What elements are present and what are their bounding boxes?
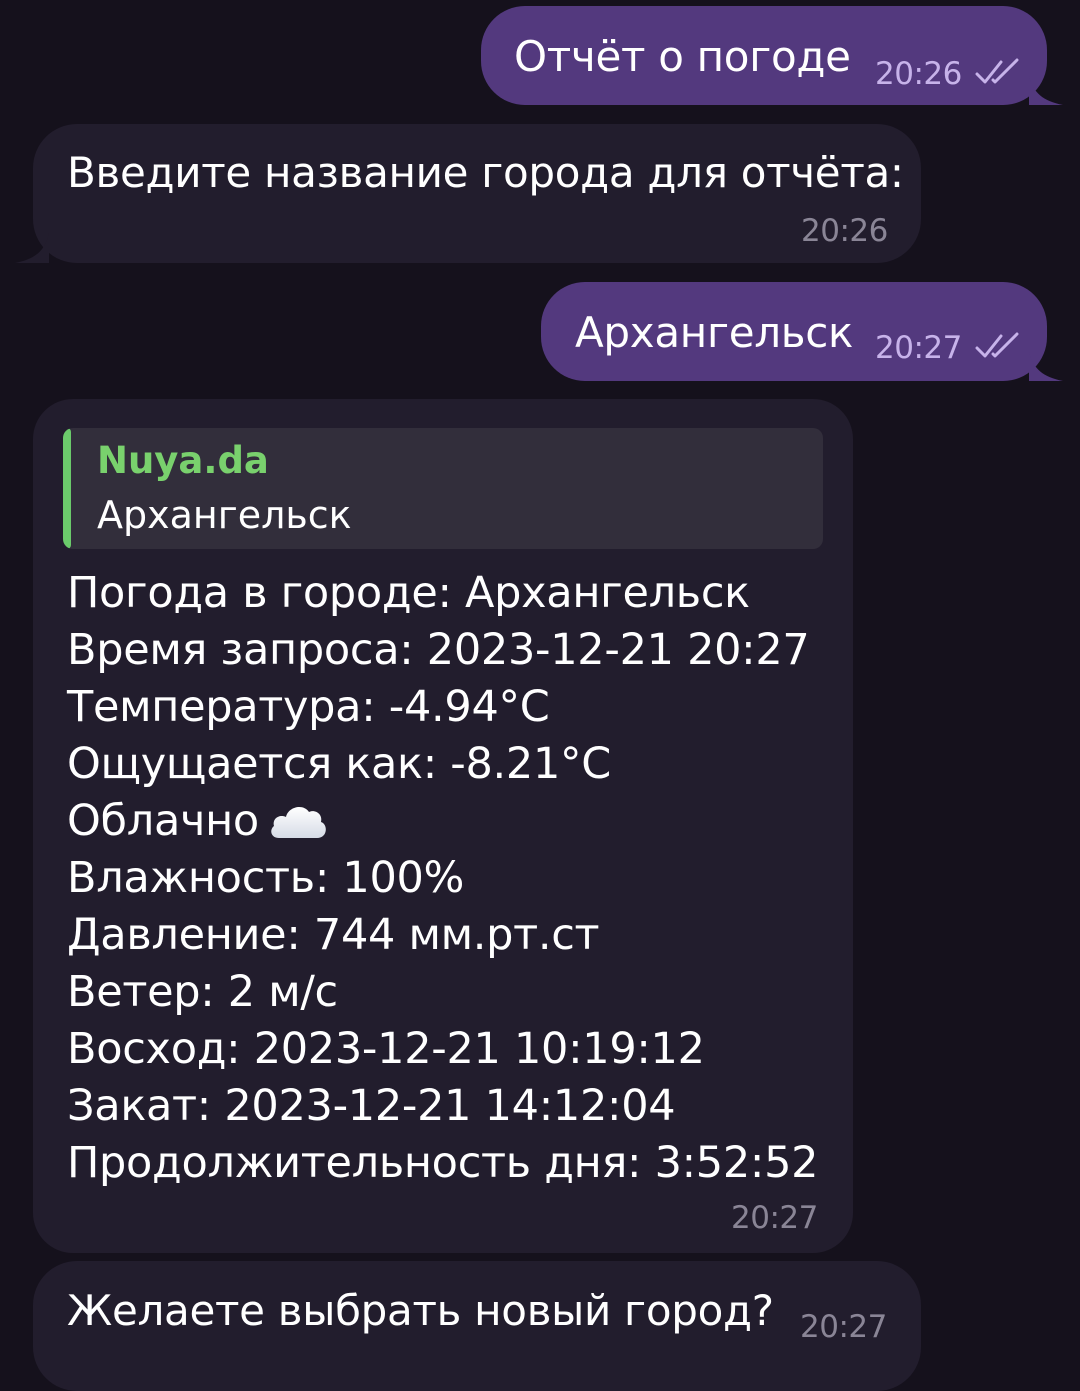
bubble-tail (1029, 351, 1063, 381)
reply-accent-bar (63, 428, 71, 549)
chat-area[interactable]: Отчёт о погоде 20:26 Введите название го… (0, 0, 1080, 1391)
message-time: 20:26 (801, 213, 888, 249)
double-check-icon (975, 58, 1019, 84)
outgoing-message[interactable]: Отчёт о погоде 20:26 (481, 6, 1047, 105)
weather-request-time-line: Время запроса: 2023-12-21 20:27 (67, 625, 810, 675)
reply-quote[interactable]: Nuya.da Архангельск (63, 428, 823, 549)
reply-text: Архангельск (97, 493, 352, 537)
cloud-icon (271, 806, 326, 838)
incoming-message[interactable]: Желаете выбрать новый город? 20:27 (33, 1261, 921, 1391)
message-time: 20:27 (875, 330, 962, 366)
weather-sunrise-line: Восход: 2023-12-21 10:19:12 (67, 1024, 705, 1074)
reply-sender-name: Nuya.da (97, 439, 269, 482)
message-time: 20:27 (800, 1309, 887, 1345)
bubble-tail (1029, 75, 1063, 105)
message-time: 20:27 (731, 1200, 818, 1236)
weather-day-length-line: Продолжительность дня: 3:52:52 (67, 1138, 819, 1188)
message-text: Архангельск (575, 308, 854, 357)
message-text: Желаете выбрать новый город? (67, 1286, 774, 1335)
weather-city-line: Погода в городе: Архангельск (67, 568, 750, 618)
weather-feels-like-line: Ощущается как: -8.21°C (67, 739, 611, 789)
weather-humidity-line: Влажность: 100% (67, 853, 465, 903)
weather-wind-line: Ветер: 2 м/с (67, 967, 338, 1017)
double-check-icon (975, 332, 1019, 358)
bubble-tail (15, 233, 49, 263)
weather-temperature-line: Температура: -4.94°C (67, 682, 550, 732)
weather-condition-line: Облачно (67, 793, 818, 850)
incoming-message[interactable]: Введите название города для отчёта: 20:2… (33, 124, 921, 263)
outgoing-message[interactable]: Архангельск 20:27 (541, 282, 1047, 381)
weather-sunset-line: Закат: 2023-12-21 14:12:04 (67, 1081, 676, 1131)
weather-condition-text: Облачно (67, 796, 259, 846)
weather-report-text: Погода в городе: Архангельск Время запро… (67, 565, 819, 1192)
weather-pressure-line: Давление: 744 мм.рт.ст (67, 910, 600, 960)
weather-report-message[interactable]: Nuya.da Архангельск Погода в городе: Арх… (33, 399, 853, 1253)
message-text: Введите название города для отчёта: (67, 148, 904, 197)
message-text: Отчёт о погоде (514, 32, 851, 81)
message-time: 20:26 (875, 56, 962, 92)
